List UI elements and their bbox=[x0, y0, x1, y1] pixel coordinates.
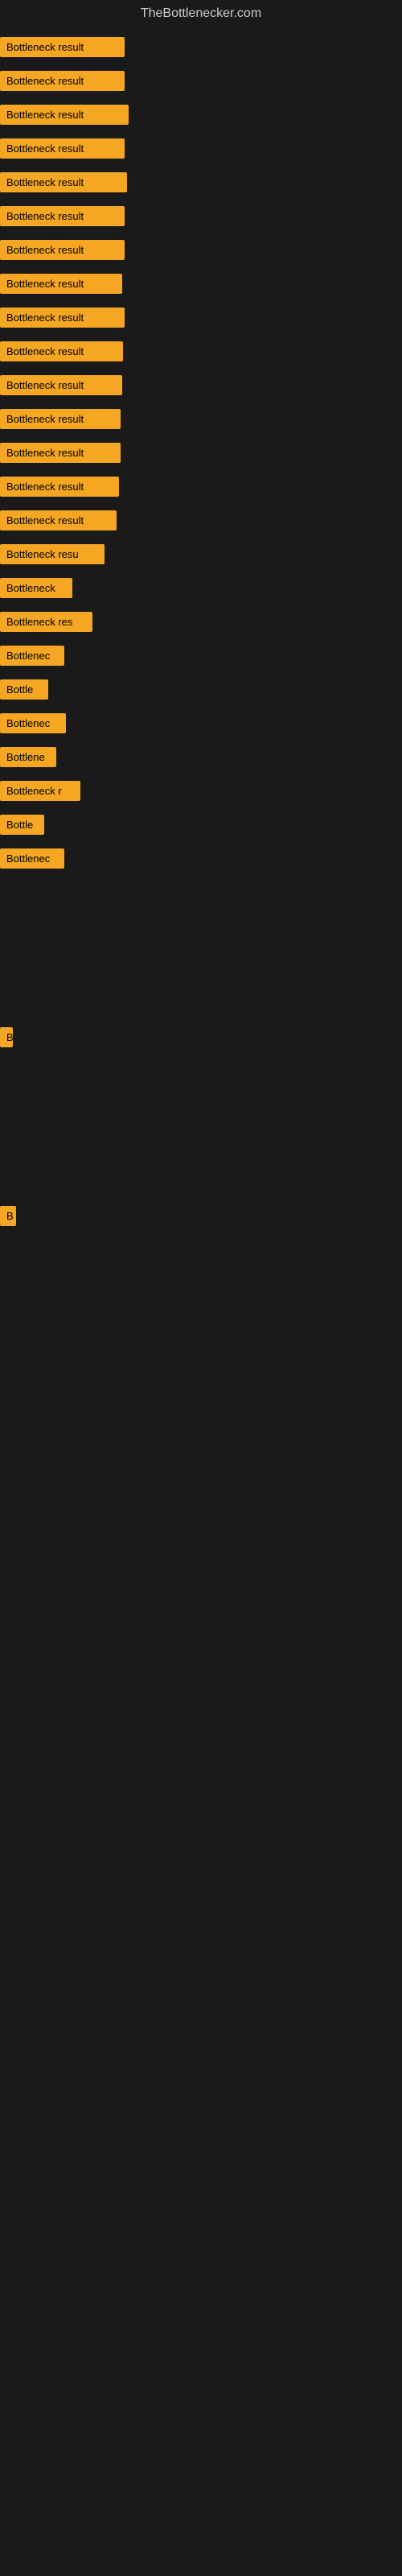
bottleneck-item-15[interactable]: Bottleneck resu bbox=[0, 539, 402, 573]
items-container: Bottleneck result Bottleneck result Bottle… bbox=[0, 29, 402, 1238]
bottleneck-label-21[interactable]: Bottlene bbox=[0, 747, 56, 767]
bottleneck-label-5[interactable]: Bottleneck result bbox=[0, 206, 125, 226]
bottleneck-item-23[interactable]: Bottle bbox=[0, 810, 402, 844]
bottleneck-label-13[interactable]: Bottleneck result bbox=[0, 477, 119, 497]
bottleneck-item-20[interactable]: Bottlenec bbox=[0, 708, 402, 742]
bottleneck-item-8[interactable]: Bottleneck result bbox=[0, 303, 402, 336]
bottleneck-label-6[interactable]: Bottleneck result bbox=[0, 240, 125, 260]
bottleneck-label-16[interactable]: Bottleneck bbox=[0, 578, 72, 598]
bottleneck-label-22[interactable]: Bottleneck r bbox=[0, 781, 80, 801]
bottleneck-item-25[interactable]: B bbox=[0, 1022, 402, 1056]
bottleneck-label-4[interactable]: Bottleneck result bbox=[0, 172, 127, 192]
bottleneck-label-9[interactable]: Bottleneck result bbox=[0, 341, 123, 361]
bottleneck-label-24[interactable]: Bottlenec bbox=[0, 848, 64, 869]
bottleneck-label-12[interactable]: Bottleneck result bbox=[0, 443, 121, 463]
bottleneck-label-10[interactable]: Bottleneck result bbox=[0, 375, 122, 395]
bottleneck-item-26[interactable]: B bbox=[0, 1201, 402, 1235]
bottleneck-label-19[interactable]: Bottle bbox=[0, 679, 48, 700]
bottleneck-item-17[interactable]: Bottleneck res bbox=[0, 607, 402, 641]
bottleneck-item-1[interactable]: Bottleneck result bbox=[0, 66, 402, 100]
bottleneck-label-0[interactable]: Bottleneck result bbox=[0, 37, 125, 57]
bottleneck-label-8[interactable]: Bottleneck result bbox=[0, 308, 125, 328]
bottleneck-label-25[interactable]: B bbox=[0, 1027, 13, 1047]
bottleneck-item-9[interactable]: Bottleneck result bbox=[0, 336, 402, 370]
gap-medium bbox=[0, 1056, 402, 1201]
bottleneck-item-7[interactable]: Bottleneck result bbox=[0, 269, 402, 303]
bottleneck-label-11[interactable]: Bottleneck result bbox=[0, 409, 121, 429]
bottleneck-label-7[interactable]: Bottleneck result bbox=[0, 274, 122, 294]
bottleneck-label-20[interactable]: Bottlenec bbox=[0, 713, 66, 733]
bottleneck-label-17[interactable]: Bottleneck res bbox=[0, 612, 92, 632]
bottleneck-item-24[interactable]: Bottlenec bbox=[0, 844, 402, 877]
bottleneck-item-18[interactable]: Bottlenec bbox=[0, 641, 402, 675]
bottleneck-label-1[interactable]: Bottleneck result bbox=[0, 71, 125, 91]
bottleneck-item-19[interactable]: Bottle bbox=[0, 675, 402, 708]
bottleneck-item-21[interactable]: Bottlene bbox=[0, 742, 402, 776]
bottleneck-label-3[interactable]: Bottleneck result bbox=[0, 138, 125, 159]
bottleneck-item-6[interactable]: Bottleneck result bbox=[0, 235, 402, 269]
bottleneck-item-14[interactable]: Bottleneck result bbox=[0, 506, 402, 539]
bottleneck-item-16[interactable]: Bottleneck bbox=[0, 573, 402, 607]
bottleneck-item-12[interactable]: Bottleneck result bbox=[0, 438, 402, 472]
site-title: TheBottlenecker.com bbox=[0, 0, 402, 29]
bottleneck-item-4[interactable]: Bottleneck result bbox=[0, 167, 402, 201]
bottleneck-item-11[interactable]: Bottleneck result bbox=[0, 404, 402, 438]
bottleneck-label-23[interactable]: Bottle bbox=[0, 815, 44, 835]
bottleneck-item-0[interactable]: Bottleneck result bbox=[0, 32, 402, 66]
bottleneck-label-15[interactable]: Bottleneck resu bbox=[0, 544, 105, 564]
bottleneck-label-14[interactable]: Bottleneck result bbox=[0, 510, 117, 530]
bottleneck-item-22[interactable]: Bottleneck r bbox=[0, 776, 402, 810]
bottleneck-item-3[interactable]: Bottleneck result bbox=[0, 134, 402, 167]
bottleneck-item-13[interactable]: Bottleneck result bbox=[0, 472, 402, 506]
bottleneck-item-5[interactable]: Bottleneck result bbox=[0, 201, 402, 235]
bottleneck-label-26[interactable]: B bbox=[0, 1206, 16, 1226]
gap-large bbox=[0, 877, 402, 1022]
bottleneck-label-18[interactable]: Bottlenec bbox=[0, 646, 64, 666]
bottleneck-label-2[interactable]: Bottleneck result bbox=[0, 105, 129, 125]
bottleneck-item-2[interactable]: Bottleneck result bbox=[0, 100, 402, 134]
bottleneck-item-10[interactable]: Bottleneck result bbox=[0, 370, 402, 404]
